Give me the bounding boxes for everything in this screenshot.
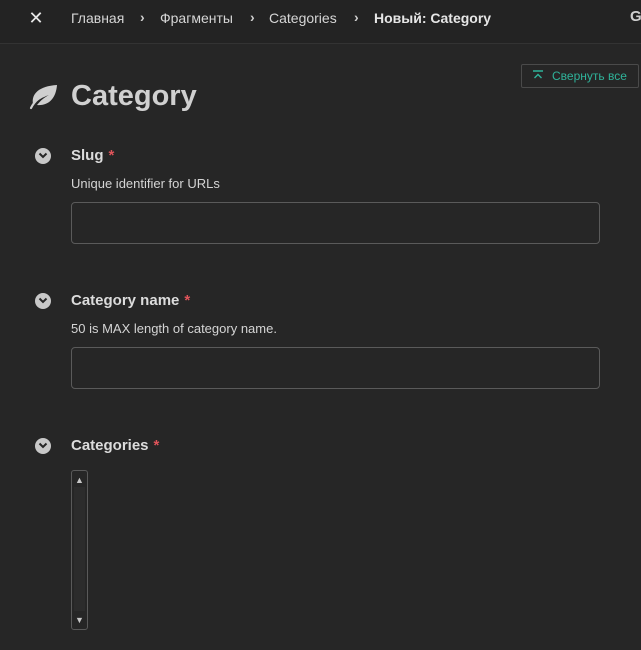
scrollbar-track[interactable] [74,487,85,611]
breadcrumb-snippets[interactable]: Фрагменты [160,10,233,26]
collapse-category-name-toggle[interactable] [35,293,51,309]
category-name-help: 50 is MAX length of category name. [71,321,277,336]
required-mark: * [108,147,115,164]
leaf-icon [27,82,59,110]
chevron-right-icon: › [250,9,255,25]
collapse-up-icon [532,66,546,88]
close-button[interactable]: ✕ [26,8,46,28]
chevron-down-icon [38,152,48,159]
breadcrumb-current: Новый: Category [374,10,492,26]
collapse-all-label: Свернуть все [552,69,627,83]
collapse-categories-toggle[interactable] [35,438,51,454]
required-mark: * [184,292,191,309]
breadcrumb-home[interactable]: Главная [71,10,124,26]
page-title: Category [71,80,197,112]
chevron-down-icon [38,297,48,304]
scroll-up-arrow-icon[interactable]: ▲ [74,474,85,486]
collapse-slug-toggle[interactable] [35,148,51,164]
required-mark: * [153,437,160,454]
category-name-input[interactable] [71,347,600,389]
slug-label-text: Slug [71,147,104,164]
header-bar: ✕ Главная › Фрагменты › Categories › Нов… [0,0,641,44]
collapse-all-button[interactable]: Свернуть все [521,64,639,88]
categories-label-text: Categories [71,437,149,454]
corner-glyph: G [630,8,641,25]
scroll-down-arrow-icon[interactable]: ▼ [74,614,85,626]
categories-label: Categories * [71,437,159,454]
close-icon: ✕ [28,8,44,28]
categories-select[interactable]: ▲ ▼ [71,470,88,630]
breadcrumb-categories[interactable]: Categories [269,10,337,26]
slug-label: Slug * [71,147,114,164]
category-name-label: Category name * [71,292,190,309]
chevron-right-icon: › [354,9,359,25]
category-name-label-text: Category name [71,292,180,309]
chevron-right-icon: › [140,9,145,25]
chevron-down-icon [38,442,48,449]
slug-help: Unique identifier for URLs [71,176,220,191]
slug-input[interactable] [71,202,600,244]
